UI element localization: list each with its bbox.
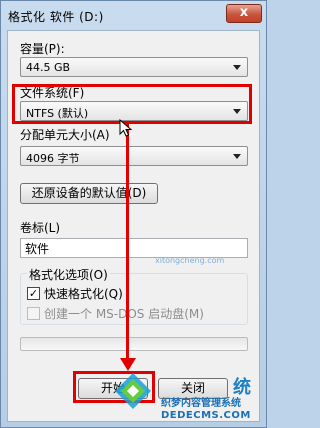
chevron-down-icon: [233, 154, 241, 159]
format-options-title: 格式化选项(O): [27, 266, 110, 283]
format-progress-bar: [20, 337, 248, 351]
watermark-brand: 织梦内容管理系统: [161, 398, 241, 409]
quick-format-option[interactable]: ✓ 快速格式化(Q): [27, 285, 123, 301]
msdos-boot-option: 创建一个 MS-DOS 启动盘(M): [27, 305, 204, 321]
volume-label-input[interactable]: [20, 238, 248, 258]
capacity-value: 44.5 GB: [26, 61, 71, 74]
volume-label: 卷标(L): [20, 221, 61, 235]
quick-format-label: 快速格式化(Q): [44, 286, 123, 301]
annotation-filesystem-highlight: [12, 84, 252, 124]
window-title: 格式化 软件 (D:): [8, 10, 104, 24]
watermark-domain: DEDECMS.COM: [161, 410, 251, 421]
format-dialog: 格式化 软件 (D:) x 容量(P): 44.5 GB 文件系统(F) NTF…: [0, 0, 267, 428]
msdos-boot-label: 创建一个 MS-DOS 启动盘(M): [44, 306, 204, 321]
watermark-site-text: xitongcheng.com: [155, 256, 225, 265]
capacity-select[interactable]: 44.5 GB: [20, 57, 248, 77]
capacity-label: 容量(P):: [20, 42, 65, 56]
annotation-arrowhead: [120, 358, 136, 371]
annotation-arrow-line: [126, 123, 129, 363]
close-window-button[interactable]: x: [226, 4, 262, 23]
title-bar[interactable]: 格式化 软件 (D:) x: [1, 1, 266, 29]
format-options-group: 格式化选项(O) ✓ 快速格式化(Q) 创建一个 MS-DOS 启动盘(M): [20, 266, 248, 325]
allocation-label: 分配单元大小(A): [20, 128, 110, 142]
close-icon: x: [239, 5, 249, 20]
restore-defaults-button[interactable]: 还原设备的默认值(D): [20, 183, 158, 204]
msdos-boot-checkbox: [27, 306, 40, 320]
mouse-cursor-icon: [119, 119, 133, 137]
allocation-value: 4096 字节: [26, 152, 80, 165]
watermark-logo-icon: [115, 373, 151, 409]
chevron-down-icon: [233, 65, 241, 70]
volume-label-field[interactable]: [21, 239, 247, 257]
allocation-select[interactable]: 4096 字节: [20, 146, 248, 166]
quick-format-checkbox[interactable]: ✓: [27, 286, 40, 300]
